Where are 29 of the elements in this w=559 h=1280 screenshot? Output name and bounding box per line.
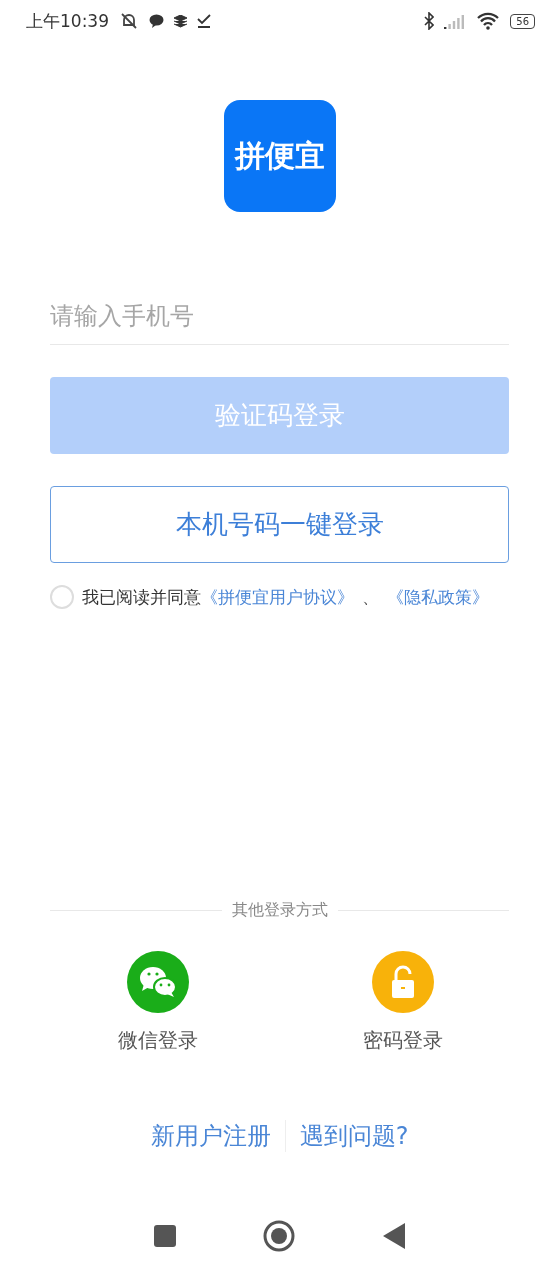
layers-icon: [174, 14, 187, 28]
footer-link[interactable]: 新用户注册: [136, 1120, 285, 1152]
agreement-text: 我已阅读并同意: [82, 585, 201, 609]
square-nav-icon[interactable]: [153, 1225, 176, 1247]
login-option[interactable]: 密码登录: [362, 951, 443, 1054]
agreement-link[interactable]: 《隐私政策》: [387, 585, 489, 609]
unlocked-padlock-icon: [371, 951, 434, 1013]
phone-input-field[interactable]: 请输入手机号: [50, 288, 509, 345]
chat-bubble-icon: [149, 14, 164, 28]
app-logo: 拼便宜: [223, 100, 336, 212]
other-login-title: 其他登录方式: [231, 900, 328, 921]
home-nav-icon[interactable]: [263, 1220, 296, 1252]
footer-link[interactable]: 遇到问题?: [285, 1120, 423, 1152]
back-nav-icon[interactable]: [383, 1223, 406, 1249]
wifi-icon: [476, 12, 501, 30]
login-option[interactable]: 微信登录: [118, 951, 199, 1054]
login-option-label: 密码登录: [362, 1027, 443, 1054]
agreement-link[interactable]: 《拼便宜用户协议》: [201, 585, 354, 609]
login-button[interactable]: 本机号码一键登录: [50, 486, 509, 563]
battery-indicator: 56: [510, 13, 535, 29]
separator-text: 、: [362, 585, 379, 609]
bluetooth-icon: [424, 12, 435, 30]
chat-bubbles-icon: [127, 951, 190, 1013]
status-time: 上午10:39: [26, 9, 109, 33]
checkmark-icon: [197, 14, 211, 28]
signal-icon: [444, 13, 467, 29]
login-option-label: 微信登录: [118, 1027, 199, 1054]
muted-bell-icon: [119, 12, 139, 30]
agreement-checkbox[interactable]: [50, 585, 74, 609]
